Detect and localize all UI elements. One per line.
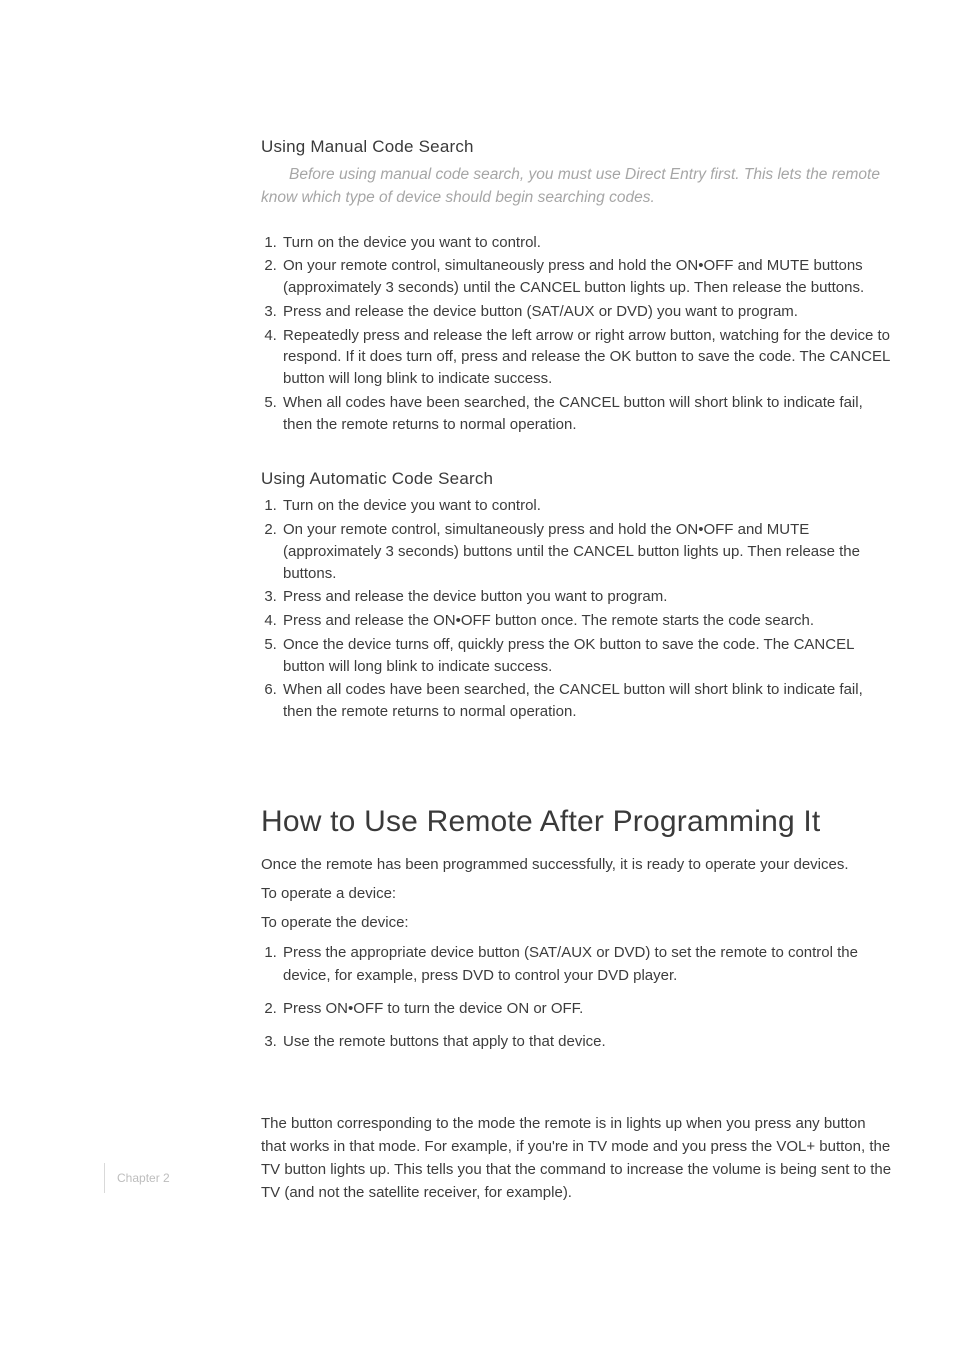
list-item: Press the appropriate device button (SAT… xyxy=(281,941,894,988)
howto-explain: The button corresponding to the mode the… xyxy=(261,1112,894,1205)
heading-how-to-use: How to Use Remote After Programming It xyxy=(261,805,894,839)
list-item: When all codes have been searched, the C… xyxy=(281,392,894,436)
document-page: Using Manual Code Search Before using ma… xyxy=(0,0,954,1251)
list-item: Press ON•OFF to turn the device ON or OF… xyxy=(281,997,894,1020)
footer-chapter-label: Chapter 2 xyxy=(117,1171,170,1185)
list-item: Repeatedly press and release the left ar… xyxy=(281,325,894,390)
manual-intro-note-text: Before using manual code search, you mus… xyxy=(261,166,880,206)
list-item: On your remote control, simultaneously p… xyxy=(281,519,894,584)
list-item: Turn on the device you want to control. xyxy=(281,495,894,517)
list-item: Press and release the device button (SAT… xyxy=(281,301,894,323)
howto-intro: Once the remote has been programmed succ… xyxy=(261,853,894,876)
page-footer: Chapter 2 xyxy=(104,1163,170,1193)
auto-steps-list: Turn on the device you want to control. … xyxy=(261,495,894,723)
list-item: On your remote control, simultaneously p… xyxy=(281,255,894,299)
footer-divider xyxy=(104,1163,105,1193)
list-item: Once the device turns off, quickly press… xyxy=(281,634,894,678)
list-item: Press and release the ON•OFF button once… xyxy=(281,610,894,632)
manual-steps-list: Turn on the device you want to control. … xyxy=(261,232,894,436)
list-item: Use the remote buttons that apply to tha… xyxy=(281,1030,894,1053)
heading-manual-code-search: Using Manual Code Search xyxy=(261,137,894,157)
heading-automatic-code-search: Using Automatic Code Search xyxy=(261,469,894,489)
list-item: Turn on the device you want to control. xyxy=(281,232,894,254)
list-item: When all codes have been searched, the C… xyxy=(281,679,894,723)
howto-operate-1: To operate a device: xyxy=(261,882,894,905)
howto-steps-list: Press the appropriate device button (SAT… xyxy=(261,941,894,1054)
howto-operate-2: To operate the device: xyxy=(261,911,894,934)
manual-intro-note: Before using manual code search, you mus… xyxy=(261,163,894,210)
list-item: Press and release the device button you … xyxy=(281,586,894,608)
